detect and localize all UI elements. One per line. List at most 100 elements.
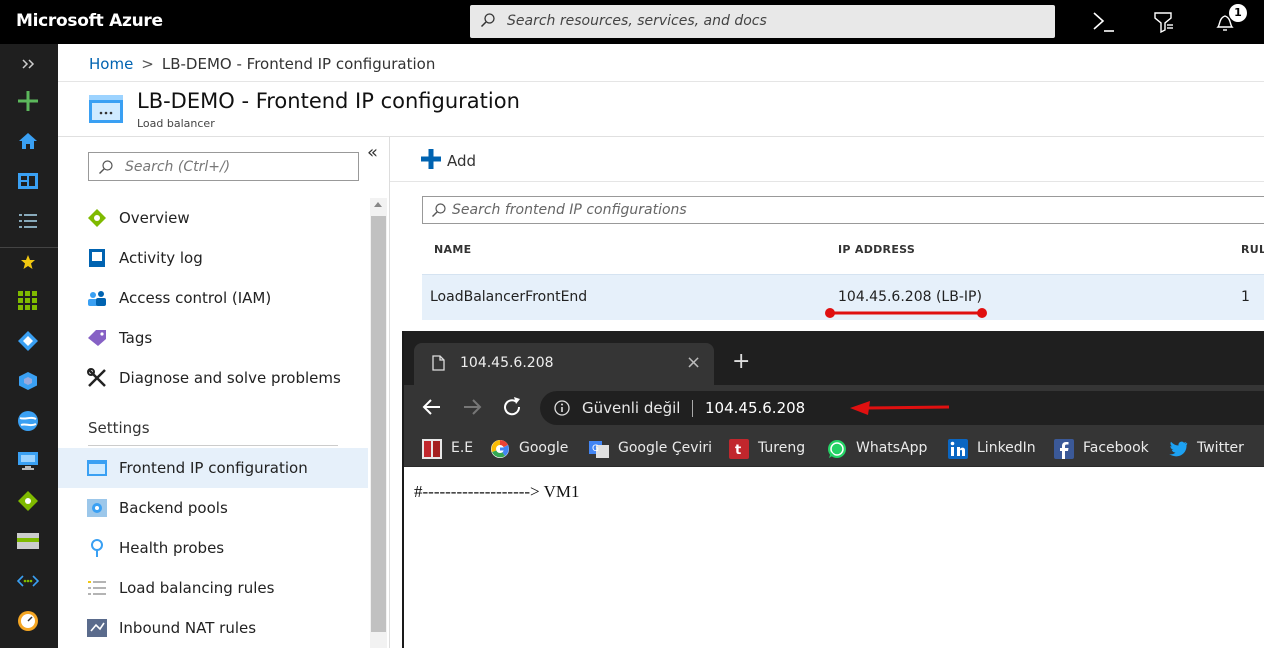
search-icon: [432, 203, 446, 217]
menu-item-health-probes[interactable]: Health probes: [58, 528, 368, 568]
breadcrumb-home-link[interactable]: Home: [89, 55, 133, 73]
column-header-name[interactable]: NAME: [434, 243, 471, 256]
close-tab-icon[interactable]: ×: [686, 352, 701, 373]
cell-name: LoadBalancerFrontEnd: [430, 289, 588, 305]
home-icon[interactable]: [15, 129, 41, 153]
frontend-search-input[interactable]: Search frontend IP configurations: [422, 196, 1264, 224]
menu-item-label: Activity log: [119, 249, 203, 267]
address-url[interactable]: 104.45.6.208: [705, 399, 805, 417]
dashboard-icon[interactable]: [15, 169, 41, 193]
virtual-machines-icon[interactable]: [15, 449, 41, 473]
document-icon: [432, 355, 445, 371]
column-header-ip-address[interactable]: IP ADDRESS: [838, 243, 915, 256]
svg-text:t: t: [735, 443, 741, 458]
whatsapp-icon: [828, 440, 846, 458]
app-services-icon[interactable]: [15, 329, 41, 353]
frontend-search-placeholder: Search frontend IP configurations: [452, 202, 687, 218]
bookmark-label: Google Çeviri: [618, 440, 713, 456]
rail-divider: [0, 247, 58, 248]
search-icon: [99, 160, 113, 174]
menu-search-input[interactable]: Search (Ctrl+/): [88, 152, 359, 181]
menu-item-overview[interactable]: Overview: [58, 198, 368, 238]
breadcrumb-current: LB-DEMO - Frontend IP configuration: [161, 55, 436, 73]
menu-item-label: Tags: [119, 329, 153, 347]
settings-divider: [88, 445, 338, 446]
tag-icon: [87, 328, 107, 348]
add-button-label: Add: [447, 152, 477, 170]
menu-item-label: Health probes: [119, 539, 225, 557]
menu-search-placeholder: Search (Ctrl+/): [125, 159, 231, 175]
users-icon: [87, 288, 107, 308]
virtual-networks-icon[interactable]: [15, 569, 41, 593]
nat-rules-icon: [87, 618, 107, 638]
bookmark-label: Twitter: [1197, 440, 1244, 456]
google-icon: [491, 440, 509, 458]
menu-item-tags[interactable]: Tags: [58, 318, 368, 358]
bookmark-label: Facebook: [1083, 440, 1149, 456]
tureng-icon: t: [729, 439, 749, 459]
directory-filter-icon[interactable]: [1151, 10, 1177, 34]
add-button[interactable]: Add: [420, 148, 490, 174]
menu-item-label: Inbound NAT rules: [119, 619, 257, 637]
address-separator: [692, 400, 693, 417]
translate-icon: G: [589, 441, 609, 458]
menu-item-load-balancing-rules[interactable]: Load balancing rules: [58, 568, 368, 608]
storage-accounts-icon[interactable]: [15, 529, 41, 553]
browser-tab[interactable]: 104.45.6.208 ×: [414, 343, 714, 385]
load-balancer-resource-icon: [89, 95, 123, 123]
annotation-arrow: [850, 401, 950, 415]
svg-text:G: G: [592, 444, 599, 454]
menu-item-access-control[interactable]: Access control (IAM): [58, 278, 368, 318]
linkedin-icon: [948, 439, 968, 459]
breadcrumb: Home > LB-DEMO - Frontend IP configuration: [89, 55, 435, 73]
browser-toolbar: Güvenli değil 104.45.6.208: [404, 385, 1264, 431]
all-resources-icon[interactable]: [15, 289, 41, 313]
page-content-text: #-------------------> VM1: [414, 482, 580, 501]
menu-item-label: Access control (IAM): [119, 289, 272, 307]
expand-rail-icon[interactable]: [15, 52, 41, 76]
menu-item-label: Backend pools: [119, 499, 228, 517]
top-bar: Microsoft Azure Search resources, servic…: [0, 0, 1264, 44]
menu-item-label: Frontend IP configuration: [119, 459, 308, 477]
favorites-star-icon[interactable]: [15, 250, 41, 274]
page-title: LB-DEMO - Frontend IP configuration: [137, 89, 520, 113]
browser-window: 104.45.6.208 × + Güvenli değil 104.45.6.…: [402, 331, 1264, 648]
browser-tab-strip: 104.45.6.208 × +: [404, 331, 1264, 385]
collapse-menu-button[interactable]: «: [367, 142, 378, 163]
menu-item-backend-pools[interactable]: Backend pools: [58, 488, 368, 528]
forward-arrow-icon[interactable]: [460, 395, 484, 419]
search-icon: [480, 13, 495, 28]
browser-tab-title: 104.45.6.208: [460, 355, 554, 371]
settings-section-label: Settings: [88, 419, 150, 437]
notification-badge: 1: [1229, 4, 1247, 22]
global-search-input[interactable]: Search resources, services, and docs: [470, 5, 1055, 38]
chevron-right-icon: >: [141, 55, 154, 73]
load-balancers-icon[interactable]: [15, 489, 41, 513]
bookmark-label: Tureng: [758, 440, 806, 456]
menu-item-label: Overview: [119, 209, 190, 227]
column-header-rules[interactable]: RUL: [1241, 243, 1264, 256]
menu-item-diagnose[interactable]: Diagnose and solve problems: [58, 358, 368, 398]
menu-item-frontend-ip-configuration[interactable]: Frontend IP configuration: [58, 448, 368, 488]
reload-icon[interactable]: [500, 395, 524, 419]
annotation-underline: [825, 308, 987, 318]
new-tab-button[interactable]: +: [732, 349, 750, 374]
create-resource-icon[interactable]: [15, 89, 41, 113]
resource-groups-icon[interactable]: [15, 369, 41, 393]
brand-title[interactable]: Microsoft Azure: [16, 11, 163, 31]
menu-item-inbound-nat-rules[interactable]: Inbound NAT rules: [58, 608, 368, 648]
activity-log-icon: [87, 248, 107, 268]
twitter-icon: [1169, 441, 1188, 457]
all-services-icon[interactable]: [15, 209, 41, 233]
menu-content-divider: [389, 137, 390, 648]
global-search-placeholder: Search resources, services, and docs: [507, 13, 767, 29]
info-icon[interactable]: [554, 400, 570, 416]
cloud-shell-icon[interactable]: [1091, 10, 1117, 34]
scroll-up-arrow-icon[interactable]: [374, 202, 382, 207]
menu-scrollbar-thumb[interactable]: [371, 216, 386, 632]
monitor-gauge-icon[interactable]: [15, 609, 41, 633]
globe-icon[interactable]: [15, 409, 41, 433]
back-arrow-icon[interactable]: [420, 395, 444, 419]
bookmarks-bar: E.E Google G Google Çeviri t Tureng What…: [404, 431, 1264, 467]
menu-item-activity-log[interactable]: Activity log: [58, 238, 368, 278]
